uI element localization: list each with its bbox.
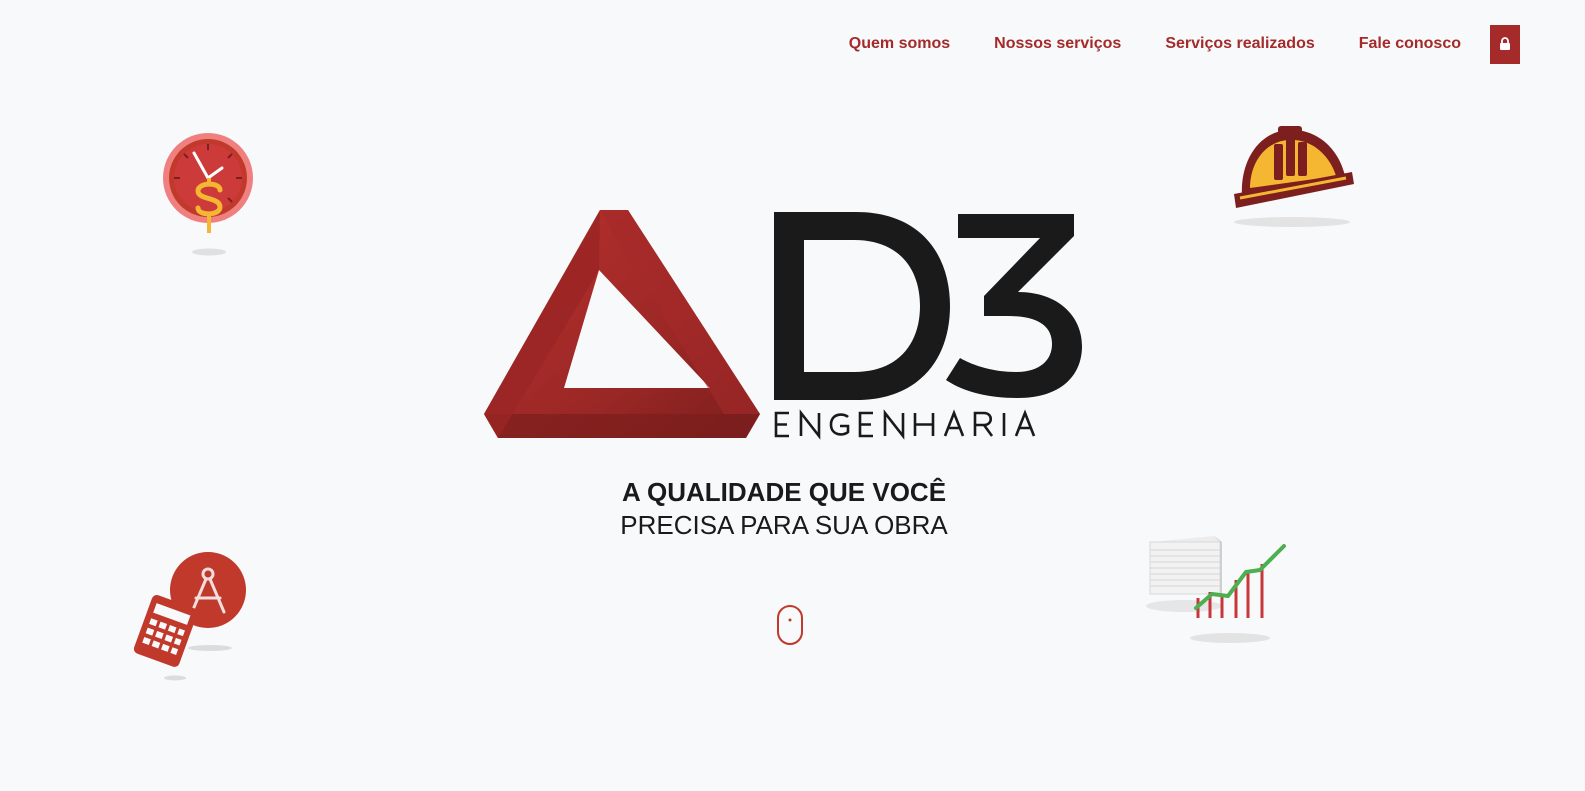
logo <box>484 210 1082 440</box>
nav-fale-conosco[interactable]: Fale conosco <box>1359 24 1461 64</box>
triangle-mark <box>484 210 760 438</box>
mouse-scroll-icon[interactable] <box>776 604 804 648</box>
nav-nossos-servicos[interactable]: Nossos serviços <box>994 24 1121 64</box>
clock-dollar-icon <box>163 133 253 256</box>
hero-tagline: A QUALIDADE QUE VOCÊ PRECISA PARA SUA OB… <box>0 476 1568 542</box>
growth-chart-icon <box>1146 536 1286 643</box>
tagline-line-1: A QUALIDADE QUE VOCÊ <box>621 477 947 507</box>
lock-icon <box>1500 37 1510 50</box>
wordmark-engenharia <box>774 409 1036 440</box>
nav-quem-somos[interactable]: Quem somos <box>849 24 950 64</box>
wordmark-d3 <box>774 212 1082 400</box>
calculator-compass-icon <box>133 552 246 681</box>
tagline-line-2: PRECISA PARA SUA OBRA <box>620 510 948 540</box>
login-button[interactable] <box>1490 24 1520 64</box>
hard-hat-icon <box>1234 126 1354 227</box>
main-nav: Quem somos Nossos serviços Serviços real… <box>849 24 1520 64</box>
nav-servicos-realizados[interactable]: Serviços realizados <box>1165 24 1314 64</box>
